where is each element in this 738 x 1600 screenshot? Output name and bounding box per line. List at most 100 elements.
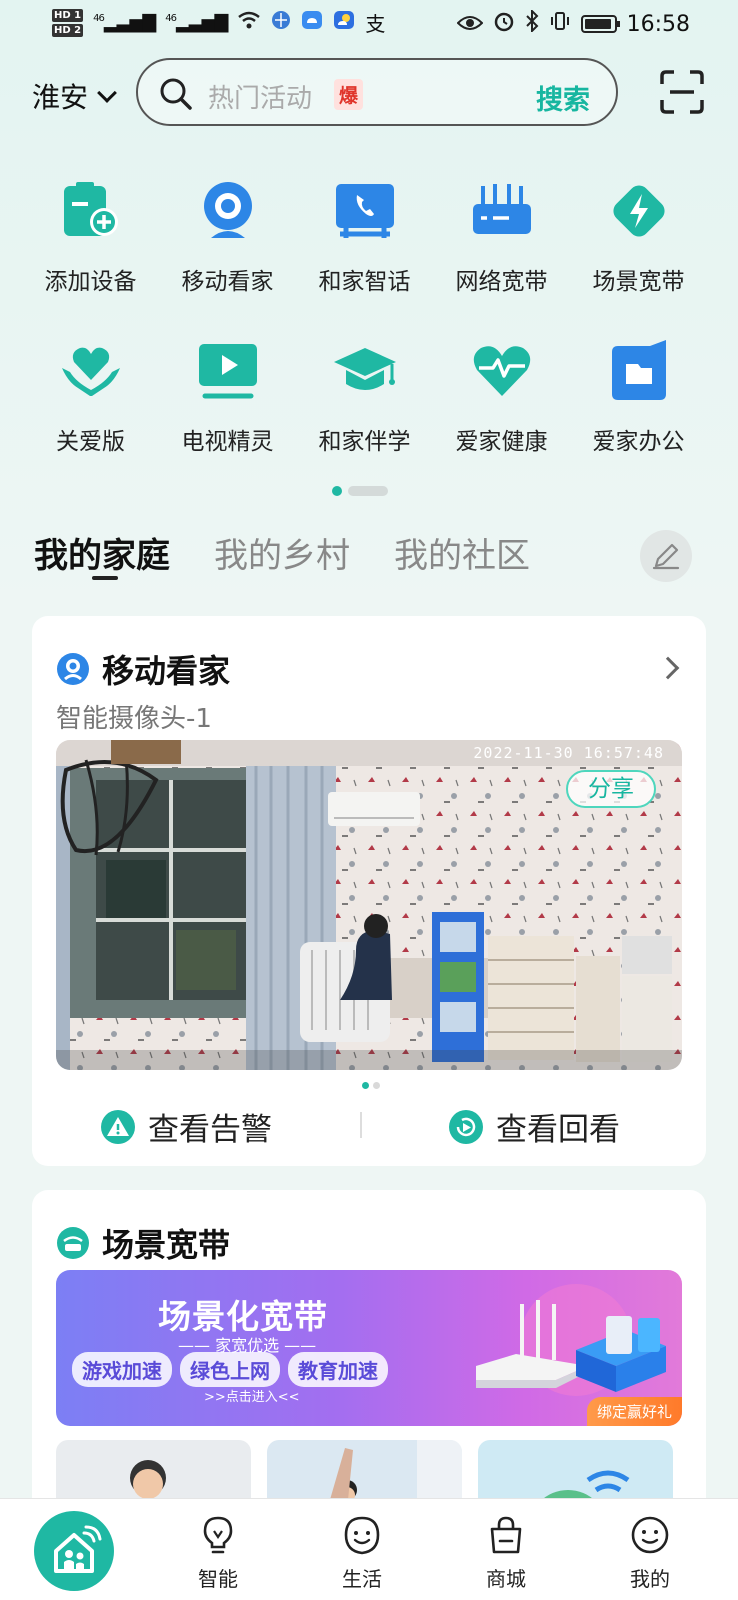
banner-chips: 游戏加速 绿色上网 教育加速	[72, 1352, 388, 1387]
grid-item-study-companion[interactable]: 和家伴学	[296, 330, 433, 490]
grid-label: 添加设备	[44, 269, 137, 295]
grid-label: 关爱版	[56, 429, 125, 455]
bulb-icon	[203, 1516, 233, 1554]
grid-item-care-mode[interactable]: 关爱版	[22, 330, 159, 490]
home-family-icon	[54, 1525, 102, 1573]
grid-item-smart-phone[interactable]: 和家智话	[296, 170, 433, 330]
eye-icon	[456, 12, 484, 37]
signal-icon-2: 46▂▃▅▇	[165, 12, 228, 33]
nav-smart-label: 智能	[198, 1567, 238, 1591]
grid-item-home-camera[interactable]: 移动看家	[159, 170, 296, 330]
banner-chip: 教育加速	[288, 1352, 388, 1387]
scene-broadband-banner[interactable]: 场景化宽带 —— 家宽优选 —— 游戏加速 绿色上网 教育加速 >>点击进入<<…	[56, 1270, 682, 1426]
pager-dot-active	[332, 486, 342, 496]
router-icon	[472, 184, 531, 234]
nav-life-label: 生活	[342, 1567, 382, 1591]
card-title: 场景宽带	[102, 1226, 231, 1264]
nav-mall-label: 商城	[486, 1567, 526, 1591]
grid-item-tv-assistant[interactable]: 电视精灵	[159, 330, 296, 490]
battery-icon	[580, 15, 620, 33]
card-header: 移动看家	[56, 646, 230, 692]
grid-item-family-health[interactable]: 爱家健康	[433, 330, 570, 490]
camera-timestamp: 2022-11-30 16:57:48	[473, 744, 664, 762]
banner-chip: 游戏加速	[72, 1352, 172, 1387]
nav-home-button[interactable]	[34, 1511, 114, 1591]
grid-item-home-office[interactable]: 爱家办公	[570, 330, 707, 490]
grid-item-broadband[interactable]: 网络宽带	[433, 170, 570, 330]
tab-my-family[interactable]: 我的家庭	[34, 528, 170, 580]
nav-mine[interactable]: 我的	[610, 1515, 690, 1592]
tab-my-village[interactable]: 我的乡村	[214, 528, 350, 577]
alarm-icon	[493, 10, 515, 38]
banner-title: 场景化宽带	[158, 1297, 328, 1336]
nav-smart[interactable]: 智能	[178, 1515, 258, 1592]
service-grid: 添加设备 移动看家 和家智话 网络宽带 场景宽带 关爱版 电视精灵 和家伴学 爱…	[22, 170, 722, 490]
grid-label: 爱家办公	[592, 429, 685, 455]
folder-icon	[611, 340, 666, 400]
chevron-down-icon	[97, 83, 117, 103]
camera-pager	[362, 1082, 380, 1089]
hd2-badge: HD 2	[52, 23, 84, 37]
graduation-cap-icon	[333, 348, 396, 390]
scan-icon[interactable]	[660, 70, 704, 114]
tab-my-community[interactable]: 我的社区	[394, 528, 530, 577]
view-replay-button[interactable]: 查看回看	[448, 1104, 620, 1149]
search-placeholder: 热门活动	[208, 84, 313, 114]
view-alerts-button[interactable]: 查看告警	[100, 1104, 272, 1149]
pager-dot[interactable]	[348, 486, 388, 496]
clock-time: 16:58	[626, 11, 690, 37]
banner-chip: 绿色上网	[180, 1352, 280, 1387]
grid-label: 爱家健康	[455, 429, 548, 455]
grid-item-add-device[interactable]: 添加设备	[22, 170, 159, 330]
search-icon	[160, 78, 192, 110]
pencil-icon	[652, 543, 680, 570]
header: 淮安 热门活动 爆 搜索	[0, 58, 738, 128]
edit-button[interactable]	[640, 530, 692, 582]
alipay-icon: 支	[365, 12, 386, 36]
share-button[interactable]: 分享	[566, 770, 656, 808]
search-input[interactable]: 热门活动 爆 搜索	[136, 58, 618, 126]
add-device-icon	[63, 182, 118, 236]
status-bar: HD 1 HD 2 46▂▃▅▇ 46▂▃▅▇ 支 16:58	[0, 0, 738, 50]
view-alerts-label: 查看告警	[148, 1112, 272, 1148]
hd1-badge: HD 1	[52, 8, 84, 22]
chevron-right-icon[interactable]	[656, 656, 680, 680]
banner-enter-link: >>点击进入<<	[204, 1390, 300, 1405]
heart-hands-icon	[61, 347, 120, 396]
service-grid-row: 添加设备 移动看家 和家智话 网络宽带 场景宽带	[22, 170, 722, 330]
camera-pager-dot-active	[362, 1082, 369, 1089]
grid-item-scene-broadband[interactable]: 场景宽带	[570, 170, 707, 330]
nav-mine-label: 我的	[630, 1567, 670, 1591]
camera-live-view[interactable]: 2022-11-30 16:57:48 分享	[56, 740, 682, 1070]
lightning-icon	[612, 185, 665, 237]
grid-label: 和家伴学	[318, 429, 411, 455]
broadband-icon	[57, 1227, 89, 1259]
card-title: 移动看家	[102, 652, 231, 690]
status-left: HD 1 HD 2 46▂▃▅▇ 46▂▃▅▇ 支	[52, 8, 385, 37]
replay-icon	[449, 1109, 483, 1144]
shopping-bag-icon	[490, 1516, 522, 1554]
cloud-app-icon	[301, 10, 323, 36]
hd-indicators: HD 1 HD 2	[52, 8, 84, 37]
search-button[interactable]: 搜索	[536, 78, 590, 117]
tv-icon	[198, 344, 257, 399]
camera-icon	[203, 182, 252, 238]
service-grid-row: 关爱版 电视精灵 和家伴学 爱家健康 爱家办公	[22, 330, 722, 490]
scope-tabs: 我的家庭 我的乡村 我的社区	[34, 528, 530, 580]
signal-icon: 46▂▃▅▇	[93, 12, 156, 33]
camera-icon	[57, 653, 89, 685]
card-header: 场景宽带	[56, 1220, 230, 1266]
city-selector[interactable]: 淮安	[32, 76, 117, 116]
bluetooth-icon	[525, 8, 539, 38]
wifi-icon	[237, 10, 261, 36]
smile-face-icon	[344, 1516, 380, 1555]
hot-badge: 爆	[334, 79, 364, 110]
view-replay-label: 查看回看	[496, 1112, 620, 1148]
grid-label: 电视精灵	[181, 429, 274, 455]
camera-pager-dot[interactable]	[373, 1082, 380, 1089]
browser-app-icon	[271, 10, 291, 36]
nav-mall[interactable]: 商城	[466, 1515, 546, 1592]
action-divider	[360, 1112, 362, 1138]
nav-life[interactable]: 生活	[322, 1515, 402, 1592]
bind-gift-badge: 绑定赢好礼	[586, 1397, 682, 1426]
